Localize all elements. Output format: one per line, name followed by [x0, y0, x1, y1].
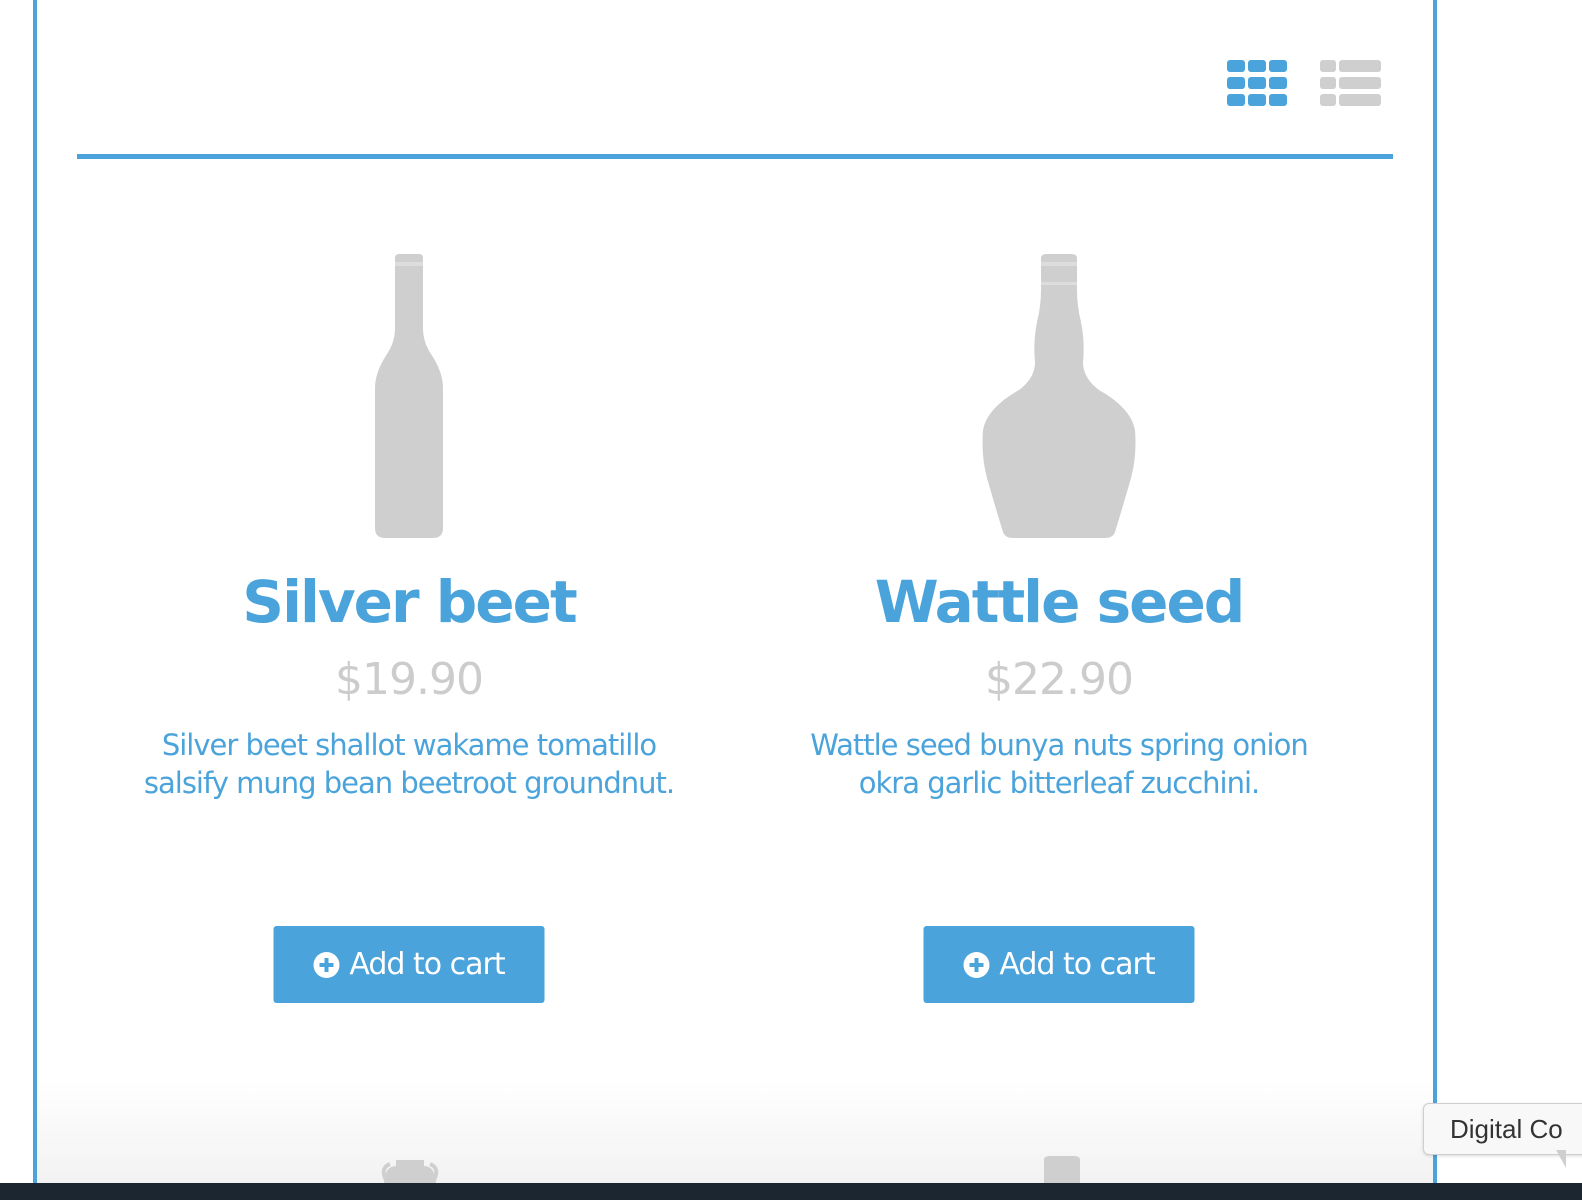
add-to-cart-button[interactable]: Add to cart	[923, 926, 1195, 1003]
page: Silver beet $19.90 Silver beet shallot w…	[0, 0, 1582, 1200]
toolbar-divider	[77, 154, 1393, 159]
tooltip: Digital Co	[1423, 1103, 1582, 1155]
tooltip-pointer	[1556, 1150, 1566, 1168]
product-price: $19.90	[335, 654, 484, 705]
grid-view-icon	[1227, 60, 1287, 106]
product-price: $22.90	[985, 654, 1134, 705]
wine-bottle-icon	[375, 254, 443, 538]
grid-view-toggle[interactable]	[1227, 60, 1289, 112]
scroll-fade	[37, 1080, 1433, 1190]
product-card: Silver beet $19.90 Silver beet shallot w…	[99, 250, 719, 1003]
product-card: Wattle seed $22.90 Wattle seed bunya nut…	[749, 250, 1369, 1003]
jug-icon	[381, 1160, 439, 1186]
add-to-cart-button[interactable]: Add to cart	[273, 926, 545, 1003]
add-to-cart-label: Add to cart	[999, 947, 1155, 982]
jar-icon	[1044, 1156, 1080, 1186]
product-description: Wattle seed bunya nuts spring onion okra…	[810, 728, 1308, 800]
product-title[interactable]: Wattle seed	[749, 566, 1369, 638]
product-title[interactable]: Silver beet	[99, 566, 719, 638]
add-to-cart-label: Add to cart	[349, 947, 505, 982]
list-view-icon	[1320, 60, 1381, 106]
list-view-toggle[interactable]	[1320, 60, 1382, 112]
product-listing-panel: Silver beet $19.90 Silver beet shallot w…	[33, 0, 1437, 1200]
plus-circle-icon	[313, 951, 340, 978]
product-description: Silver beet shallot wakame tomatillo sal…	[143, 728, 675, 800]
plus-circle-icon	[963, 951, 990, 978]
taskbar	[0, 1183, 1582, 1200]
liquor-bottle-icon	[982, 254, 1136, 538]
